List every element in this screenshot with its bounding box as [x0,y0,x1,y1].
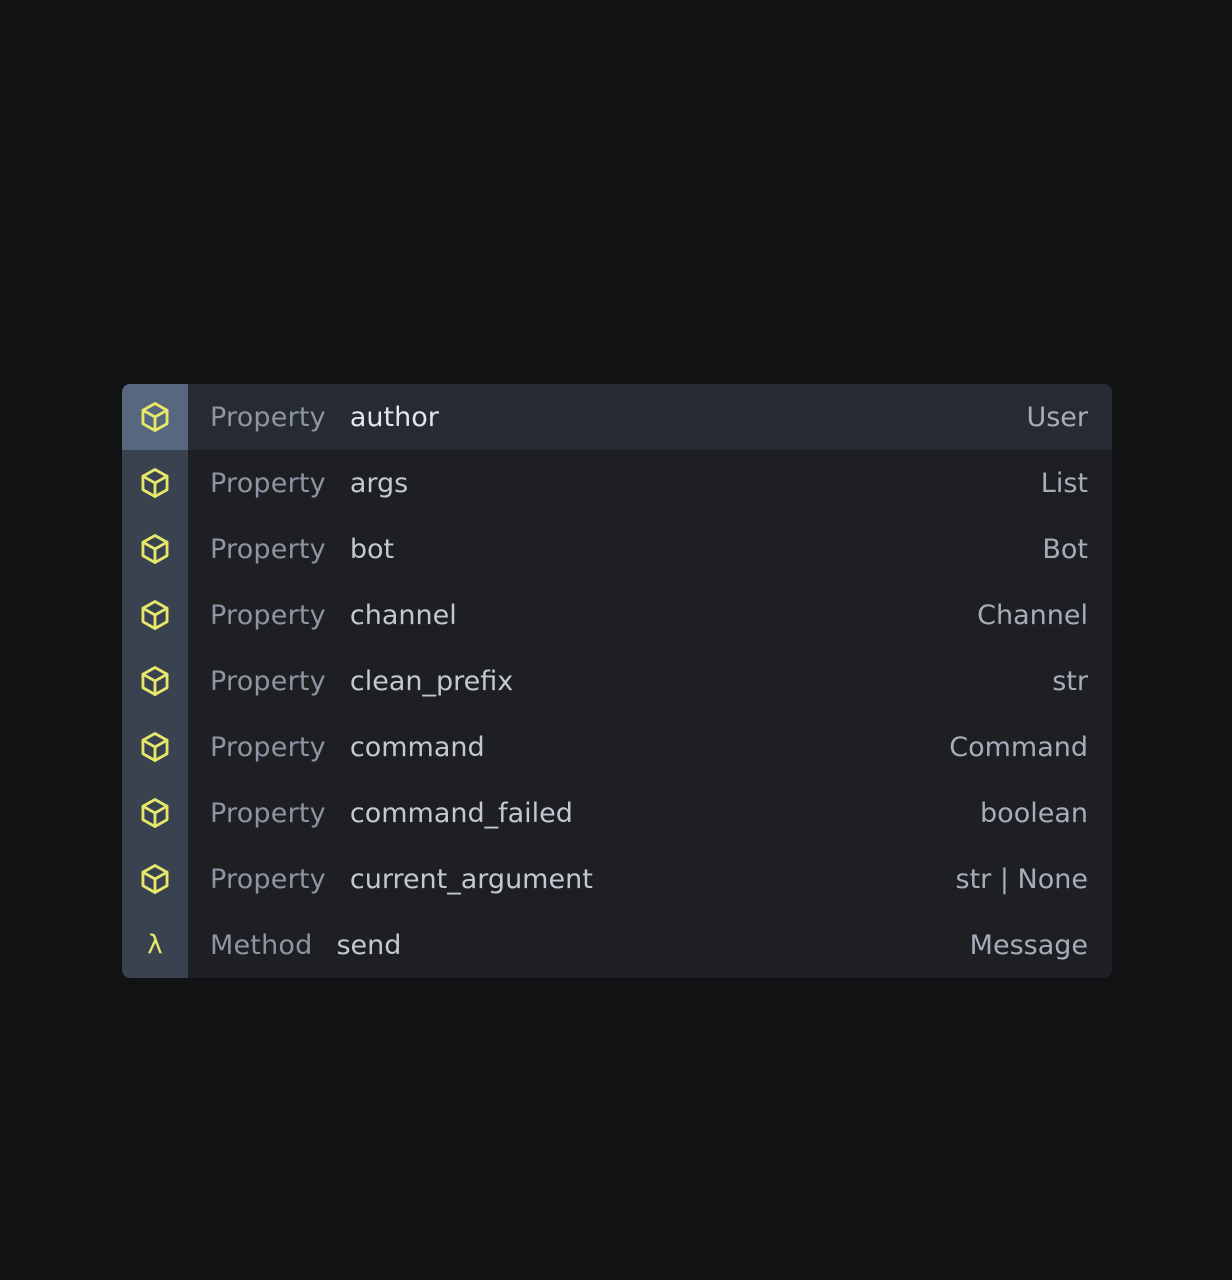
item-name: send [336,929,402,961]
item-type: Message [969,929,1088,961]
item-type: boolean [980,797,1088,829]
cube-icon [122,582,188,648]
item-kind-label: Property [210,797,326,829]
completion-item-args[interactable]: Property args List [122,450,1112,516]
item-kind-label: Property [210,401,326,433]
completion-item-channel[interactable]: Property channel Channel [122,582,1112,648]
item-kind-label: Property [210,863,326,895]
item-name: command [349,731,485,763]
autocomplete-popup: Property author User Property args List … [122,384,1112,978]
item-kind-label: Property [210,665,326,697]
lambda-glyph: λ [147,930,163,960]
cube-icon [122,516,188,582]
item-kind-label: Property [210,533,326,565]
item-type: Bot [1042,533,1088,565]
completion-item-current-argument[interactable]: Property current_argument str | None [122,846,1112,912]
completion-item-command-failed[interactable]: Property command_failed boolean [122,780,1112,846]
completion-item-send[interactable]: λ Method send Message [122,912,1112,978]
item-type: Channel [977,599,1088,631]
item-kind-label: Property [210,599,326,631]
item-name: args [349,467,409,499]
cube-icon [122,648,188,714]
item-name: current_argument [349,863,593,895]
completion-item-author[interactable]: Property author User [122,384,1112,450]
completion-item-clean-prefix[interactable]: Property clean_prefix str [122,648,1112,714]
cube-icon [122,714,188,780]
lambda-icon: λ [122,912,188,978]
item-kind-label: Method [210,929,313,961]
item-type: User [1026,401,1088,433]
item-name: command_failed [349,797,573,829]
cube-icon [122,450,188,516]
item-kind-label: Property [210,731,326,763]
cube-icon [122,780,188,846]
completion-item-bot[interactable]: Property bot Bot [122,516,1112,582]
item-type: List [1040,467,1088,499]
item-type: Command [949,731,1088,763]
cube-icon [122,384,188,450]
item-name: clean_prefix [349,665,514,697]
item-name: author [349,401,439,433]
item-type: str | None [955,863,1088,895]
completion-item-command[interactable]: Property command Command [122,714,1112,780]
item-name: bot [349,533,395,565]
item-name: channel [349,599,457,631]
cube-icon [122,846,188,912]
item-kind-label: Property [210,467,326,499]
item-type: str [1052,665,1088,697]
